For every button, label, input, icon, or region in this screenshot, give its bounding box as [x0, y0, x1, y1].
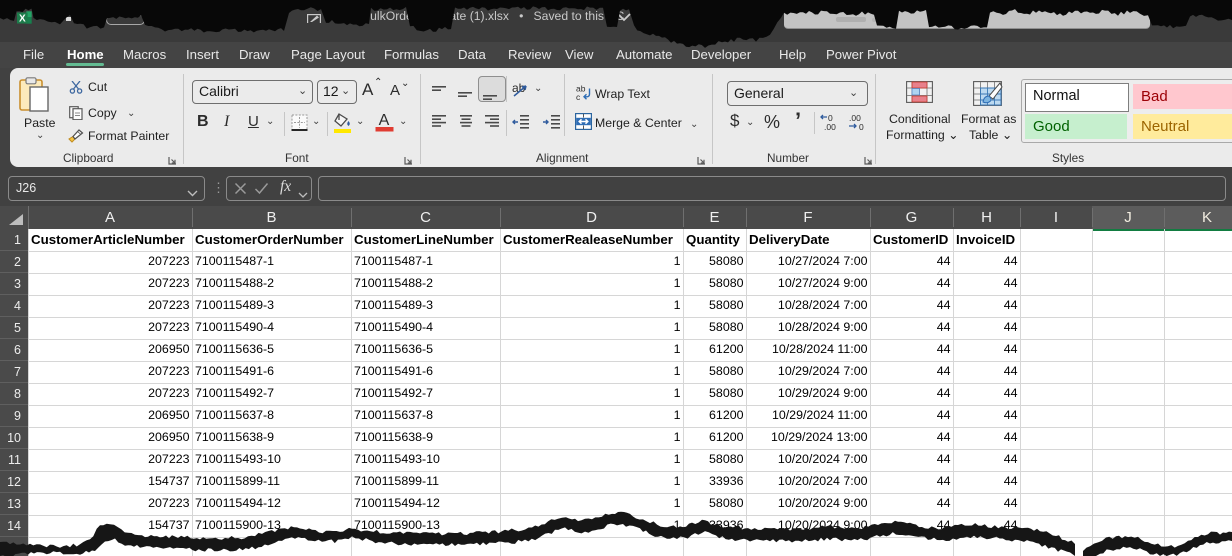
- svg-text:A: A: [379, 112, 390, 129]
- svg-text:0: 0: [859, 122, 864, 132]
- svg-text:.00: .00: [824, 122, 836, 132]
